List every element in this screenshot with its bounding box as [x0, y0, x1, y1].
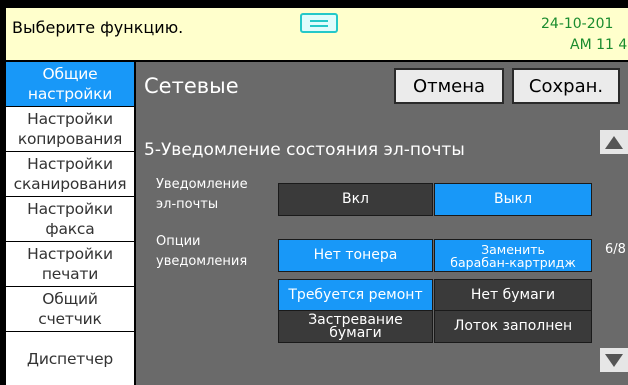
sidebar-item-total-counter[interactable]: Общий счетчик [6, 287, 134, 331]
save-button[interactable]: Сохран. [512, 68, 620, 104]
email-notification-label: Уведомление эл-почты [156, 177, 248, 212]
sidebar-item-print-settings[interactable]: Настройки печати [6, 242, 134, 286]
sidebar-item-general-settings[interactable]: Общие настройки [6, 62, 134, 106]
sidebar-item-fax-settings[interactable]: Настройки факса [6, 197, 134, 241]
notification-options-label: Опции уведомления [156, 234, 248, 269]
sidebar-item-manager[interactable]: Диспетчер [6, 332, 134, 385]
sidebar-item-copy-settings[interactable]: Настройки копирования [6, 107, 134, 151]
cancel-button[interactable]: Отмена [394, 68, 504, 104]
option-tray-full[interactable]: Лоток заполнен [434, 310, 592, 343]
scroll-up-button[interactable] [600, 130, 628, 154]
status-time: AM 11 4 [570, 37, 628, 53]
status-message: Выберите функцию. [12, 18, 184, 37]
email-notification-on-button[interactable]: Вкл [278, 183, 433, 216]
arrow-down-icon [605, 353, 623, 367]
option-no-toner[interactable]: Нет тонера [278, 239, 433, 272]
arrow-up-icon [605, 135, 623, 149]
page-indicator: 6/8 [605, 242, 626, 257]
sidebar: Общие настройки Настройки копирования На… [6, 62, 134, 385]
sidebar-item-scan-settings[interactable]: Настройки сканирования [6, 152, 134, 196]
page-title: Сетевые [144, 74, 239, 98]
status-handle-icon[interactable] [300, 13, 338, 33]
printer-touch-screen: Выберите функцию. 24-10-201 AM 11 4 Общи… [0, 0, 628, 385]
option-paper-jam[interactable]: Застревание бумаги [278, 310, 433, 343]
scroll-down-button[interactable] [600, 348, 628, 372]
option-no-paper[interactable]: Нет бумаги [434, 279, 592, 312]
option-repair-required[interactable]: Требуется ремонт [278, 279, 433, 312]
email-notification-off-button[interactable]: Выкл [434, 183, 592, 216]
status-bar: Выберите функцию. 24-10-201 AM 11 4 [6, 8, 628, 60]
option-replace-drum[interactable]: Заменить барабан-картридж [434, 239, 592, 272]
settings-panel: Сетевые Отмена Сохран. 5-Уведомление сос… [136, 62, 628, 385]
status-date: 24-10-201 [541, 16, 614, 32]
section-title: 5-Уведомление состояния эл-почты [144, 140, 465, 160]
